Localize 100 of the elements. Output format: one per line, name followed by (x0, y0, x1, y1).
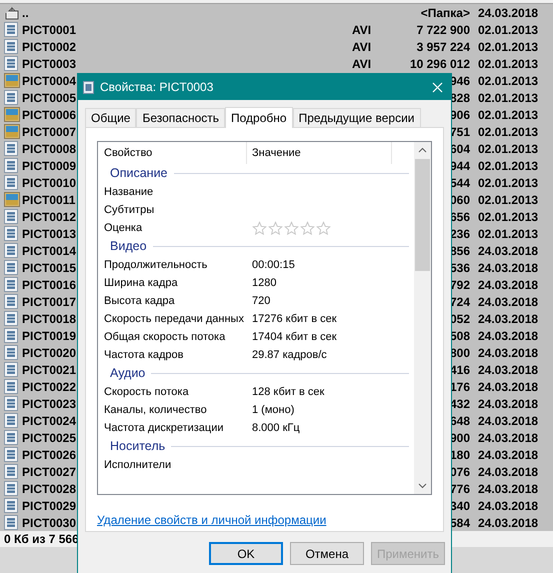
film-file-icon (4, 209, 18, 224)
film-file-icon (4, 277, 18, 292)
tab[interactable]: Предыдущие версии (292, 108, 420, 127)
file-date: 02.01.2013 (478, 226, 538, 242)
file-date: 02.01.2013 (478, 124, 538, 140)
star-icon (284, 220, 299, 236)
remove-properties-link[interactable]: Удаление свойств и личной информации (97, 513, 326, 527)
property-value: 128 кбит в сек (252, 384, 324, 400)
file-date: 24.03.2018 (478, 260, 538, 276)
file-date: 24.03.2018 (478, 464, 538, 480)
film-file-icon (4, 379, 18, 394)
star-icon (316, 220, 331, 236)
dialog-button[interactable]: Отмена (290, 542, 364, 565)
file-type: AVI (352, 40, 372, 54)
property-value: 00:00:15 (252, 258, 295, 273)
window-title: Свойства: PICT0003 (100, 79, 214, 96)
file-size: 10 296 012 (410, 56, 470, 72)
film-file-icon (4, 396, 18, 411)
file-size: 3 957 224 (416, 38, 470, 56)
file-size: <Папка> (420, 4, 470, 22)
group-header: Носитель (110, 438, 166, 456)
file-date: 02.01.2013 (478, 90, 538, 106)
property-name: Субтитры (104, 202, 156, 218)
property-name: Частота кадров (104, 348, 184, 363)
film-file-icon (4, 464, 18, 479)
property-name: Высота кадра (104, 294, 176, 309)
file-date: 02.01.2013 (478, 208, 538, 226)
property-value: 29.87 кадров/с (252, 348, 327, 363)
dialog-button[interactable]: OK (209, 542, 283, 565)
film-file-icon (4, 413, 18, 428)
file-date: 24.03.2018 (478, 498, 538, 514)
group-header: Описание (110, 165, 168, 182)
property-value: 720 (252, 294, 270, 309)
film-file-icon (4, 141, 18, 156)
file-date: 02.01.2013 (478, 56, 538, 72)
file-name[interactable]: .. (22, 4, 352, 22)
film-file-icon (4, 362, 18, 377)
film-file-icon (4, 158, 18, 173)
file-date: 24.03.2018 (478, 412, 538, 430)
group-header: Видео (110, 238, 147, 256)
film-file-icon (4, 447, 18, 462)
film-file-icon (4, 345, 18, 360)
property-name: Ширина кадра (104, 276, 179, 291)
property-name: Скорость потока (104, 384, 190, 400)
column-header[interactable]: Свойство (104, 142, 247, 164)
film-file-icon (4, 481, 18, 496)
file-size: 776 (450, 480, 470, 498)
file-size: 180 (450, 446, 470, 464)
file-date: 02.01.2013 (478, 158, 538, 174)
file-date: 24.03.2018 (478, 378, 538, 396)
file-date: 24.03.2018 (478, 430, 538, 446)
film-file-icon (4, 226, 18, 241)
file-size: 7 722 900 (416, 22, 470, 38)
film-file-icon (4, 175, 18, 190)
file-date: 02.01.2013 (478, 192, 538, 208)
property-name: Исполнители (104, 458, 172, 473)
file-name[interactable]: PICT0001 (22, 20, 352, 38)
file-name[interactable]: PICT0003 (22, 54, 352, 72)
image-file-icon (4, 107, 20, 122)
file-name[interactable]: PICT0002 (22, 38, 352, 56)
tab[interactable]: Общие (85, 108, 136, 127)
property-name: Каналы, количество (104, 402, 208, 418)
file-date: 24.03.2018 (478, 328, 538, 344)
image-file-icon (4, 124, 20, 139)
file-date: 24.03.2018 (478, 294, 538, 310)
star-icon (252, 220, 267, 236)
tab[interactable]: Подробно (225, 107, 293, 128)
folder-up-icon (4, 5, 20, 20)
film-file-icon (4, 56, 18, 71)
file-date: 02.01.2013 (478, 38, 538, 56)
column-header[interactable]: Значение (247, 142, 392, 164)
tab[interactable]: Безопасность (136, 108, 226, 127)
property-name: Название (104, 184, 154, 200)
film-file-icon (4, 311, 18, 326)
file-size: 792 (450, 276, 470, 294)
file-date: 24.03.2018 (478, 480, 538, 498)
property-value: 17404 кбит в сек (252, 330, 337, 345)
scrollbar-thumb[interactable] (415, 159, 430, 271)
property-name: Оценка (104, 220, 144, 236)
file-date: 02.01.2013 (478, 72, 538, 90)
file-size: 751 (450, 124, 470, 140)
property-name: Скорость передачи данных (104, 312, 245, 327)
star-icon (268, 220, 283, 236)
film-file-icon (4, 294, 18, 309)
property-value: 8.000 кГц (252, 420, 300, 436)
property-value: 1 (моно) (252, 402, 294, 418)
file-date: 02.01.2013 (478, 174, 538, 192)
file-icon (83, 80, 94, 94)
film-file-icon (4, 260, 18, 275)
file-date: 24.03.2018 (478, 362, 538, 378)
close-icon[interactable] (432, 82, 443, 92)
file-size: 176 (450, 378, 470, 396)
file-date: 24.03.2018 (478, 4, 538, 22)
file-date: 02.01.2013 (478, 106, 538, 124)
file-date: 24.03.2018 (478, 276, 538, 294)
group-header: Аудио (110, 365, 146, 382)
film-file-icon (4, 22, 18, 37)
star-icon (300, 220, 315, 236)
file-type: AVI (352, 22, 372, 36)
file-size: 724 (450, 294, 470, 310)
